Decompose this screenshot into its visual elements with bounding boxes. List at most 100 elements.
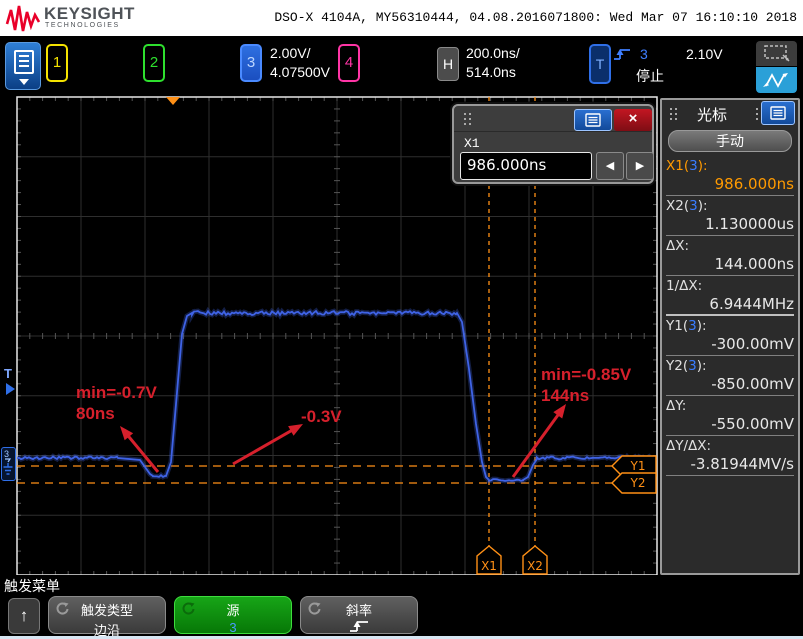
channel-3-offset: 4.07500V [270, 64, 330, 80]
channel-3-scale: 2.00V/ [270, 45, 311, 61]
status-bar: 1 2 3 2.00V/ 4.07500V 4 H 200.0ns/ 514.0… [0, 36, 803, 94]
cursor-source-channel: 3 [688, 358, 697, 374]
cursor-row-label: ΔX: [666, 238, 690, 254]
channel-3-settings: 2.00V/ 4.07500V [270, 44, 330, 82]
menu-list-icon [14, 50, 34, 74]
cursor-row-dydx: ΔY/ΔX: -3.81944MV/s [666, 436, 794, 476]
cursor-row-dx: ΔX: 144.000ns [666, 236, 794, 276]
cursor-source-channel: 3 [689, 198, 698, 214]
cursor-row-value: -850.00mV [711, 375, 794, 393]
cursor-row-label: 1/ΔX: [666, 278, 703, 294]
cursor-row-value: -3.81944MV/s [690, 455, 794, 473]
cursor-row-invdx: 1/ΔX: 6.9444MHz [666, 276, 794, 316]
trigger-button[interactable]: T [589, 44, 611, 84]
channel-2-button[interactable]: 2 [143, 44, 165, 82]
channel-4-button[interactable]: 4 [338, 44, 360, 82]
increment-button[interactable]: ▶ [626, 152, 654, 180]
cursor-row-x1: X1(3): 986.000ns [666, 156, 794, 196]
annotation-text-2: -0.3V [301, 407, 342, 426]
channel-3-ground-marker[interactable]: 3 [1, 447, 16, 481]
drag-handle-icon[interactable] [464, 113, 466, 115]
cursor-row-label: Y1(3): [666, 318, 707, 334]
channel-3-button[interactable]: 3 [240, 44, 262, 82]
dialog-close-button[interactable]: × [614, 109, 652, 131]
dialog-field-label: X1 [464, 136, 480, 151]
cursor-x1-value-field[interactable]: 986.000ns [460, 152, 592, 180]
brand-name: KEYSIGHT [44, 4, 135, 23]
main-menu-button[interactable] [5, 42, 41, 90]
keysight-logo-icon [5, 5, 41, 32]
annotation-text-1: min=-0.7V 80ns [76, 383, 157, 423]
rising-edge-icon [350, 621, 368, 632]
trigger-level-marker-icon[interactable] [6, 383, 15, 395]
softkey-trigger-type[interactable]: 触发类型 边沿 [48, 596, 166, 638]
brand-subtitle: TECHNOLOGIES [45, 22, 120, 29]
cursor-panel: 光标 手动 X1(3): 986.000ns X2(3): 1.130000us ΔX:… [660, 98, 800, 575]
cursor-x1-dialog: × X1 986.000ns ◀ ▶ [452, 104, 654, 184]
cursor-row-value: -550.00mV [711, 415, 794, 433]
oscilloscope-screen: KEYSIGHT TECHNOLOGIES DSO-X 4104A, MY563… [0, 0, 803, 639]
cursor-track-button[interactable] [756, 67, 797, 93]
up-arrow-icon: ↑ [19, 606, 29, 625]
ground-marker-channel: 3 [4, 449, 9, 459]
annotation-arrow [511, 410, 562, 478]
softkey-value: 3 [229, 620, 237, 635]
trigger-level-readout: 2.10V [686, 46, 723, 62]
timebase-scale: 200.0ns/ [466, 45, 520, 61]
cursor-tag-label: Y2 [630, 476, 646, 490]
cursor-row-value: 1.130000us [705, 215, 794, 233]
cursor-row-y1: Y1(3): -300.00mV [666, 316, 794, 356]
cursor-row-label: X1(3): [666, 158, 708, 174]
horizontal-settings: 200.0ns/ 514.0ns [466, 44, 520, 82]
cursor-source-channel: 3 [689, 158, 698, 174]
cursor-row-label: Y2(3): [666, 358, 707, 374]
dialog-titlebar[interactable]: × [454, 106, 652, 132]
dashed-rectangle-icon [763, 45, 790, 62]
trigger-source-readout: 3 [640, 46, 648, 62]
channel-1-button[interactable]: 1 [46, 44, 68, 82]
menu-list-icon [585, 113, 601, 127]
softkey-source[interactable]: 源3 [174, 596, 292, 635]
cursor-row-label: ΔY: [666, 398, 687, 414]
cursor-readout-list: X1(3): 986.000ns X2(3): 1.130000us ΔX: 144.00… [666, 156, 794, 476]
drag-handle-icon[interactable] [756, 108, 758, 110]
cursor-panel-menu-button[interactable] [761, 101, 795, 125]
cursor-tag-label: X2 [527, 559, 543, 573]
softkey-slope[interactable]: 斜率 [300, 596, 418, 634]
rotate-knob-icon [56, 602, 69, 615]
cursor-tag-label: X1 [481, 559, 497, 573]
decrement-button[interactable]: ◀ [596, 152, 624, 180]
dialog-menu-button[interactable] [574, 109, 612, 131]
cursor-panel-title: 光标 [696, 107, 727, 124]
menu-up-button[interactable]: ↑ [8, 598, 40, 634]
cursor-row-label: ΔY/ΔX: [666, 438, 712, 454]
cursor-row-label: X2(3): [666, 198, 708, 214]
ground-icon: 3 [3, 449, 13, 475]
cursor-mode-button[interactable]: 手动 [668, 130, 792, 152]
cursor-tag-label: Y1 [630, 459, 646, 473]
cursor-row-value: -300.00mV [711, 335, 794, 353]
close-icon: × [628, 110, 638, 127]
acquisition-status: 停止 [636, 68, 664, 84]
cursor-source-channel: 3 [688, 318, 697, 334]
chevron-down-icon [19, 79, 29, 85]
system-title: DSO-X 4104A, MY56310444, 04.08.201607180… [274, 10, 797, 25]
annotation-text-3: min=-0.85V 144ns [541, 365, 632, 405]
trigger-level-marker-label: T [4, 366, 12, 381]
rotate-knob-icon [308, 602, 321, 615]
menu-list-icon [770, 106, 786, 120]
timebase-delay: 514.0ns [466, 64, 516, 80]
left-arrow-icon: ◀ [605, 160, 615, 172]
waveform-cursors-icon [762, 73, 788, 88]
softkey-menu-title: 触发菜单 [4, 578, 60, 594]
cursor-row-value: 986.000ns [714, 175, 794, 193]
title-bar: KEYSIGHT TECHNOLOGIES DSO-X 4104A, MY563… [0, 0, 803, 36]
cursor-row-y2: Y2(3): -850.00mV [666, 356, 794, 396]
cursor-row-x2: X2(3): 1.130000us [666, 196, 794, 236]
trigger-time-marker-icon[interactable] [166, 97, 180, 105]
rectangle-select-button[interactable] [756, 41, 797, 66]
horizontal-button[interactable]: H [437, 47, 459, 81]
cursor-row-dy: ΔY: -550.00mV [666, 396, 794, 436]
annotation-arrow [232, 427, 296, 466]
cursor-row-value: 144.000ns [714, 255, 794, 273]
